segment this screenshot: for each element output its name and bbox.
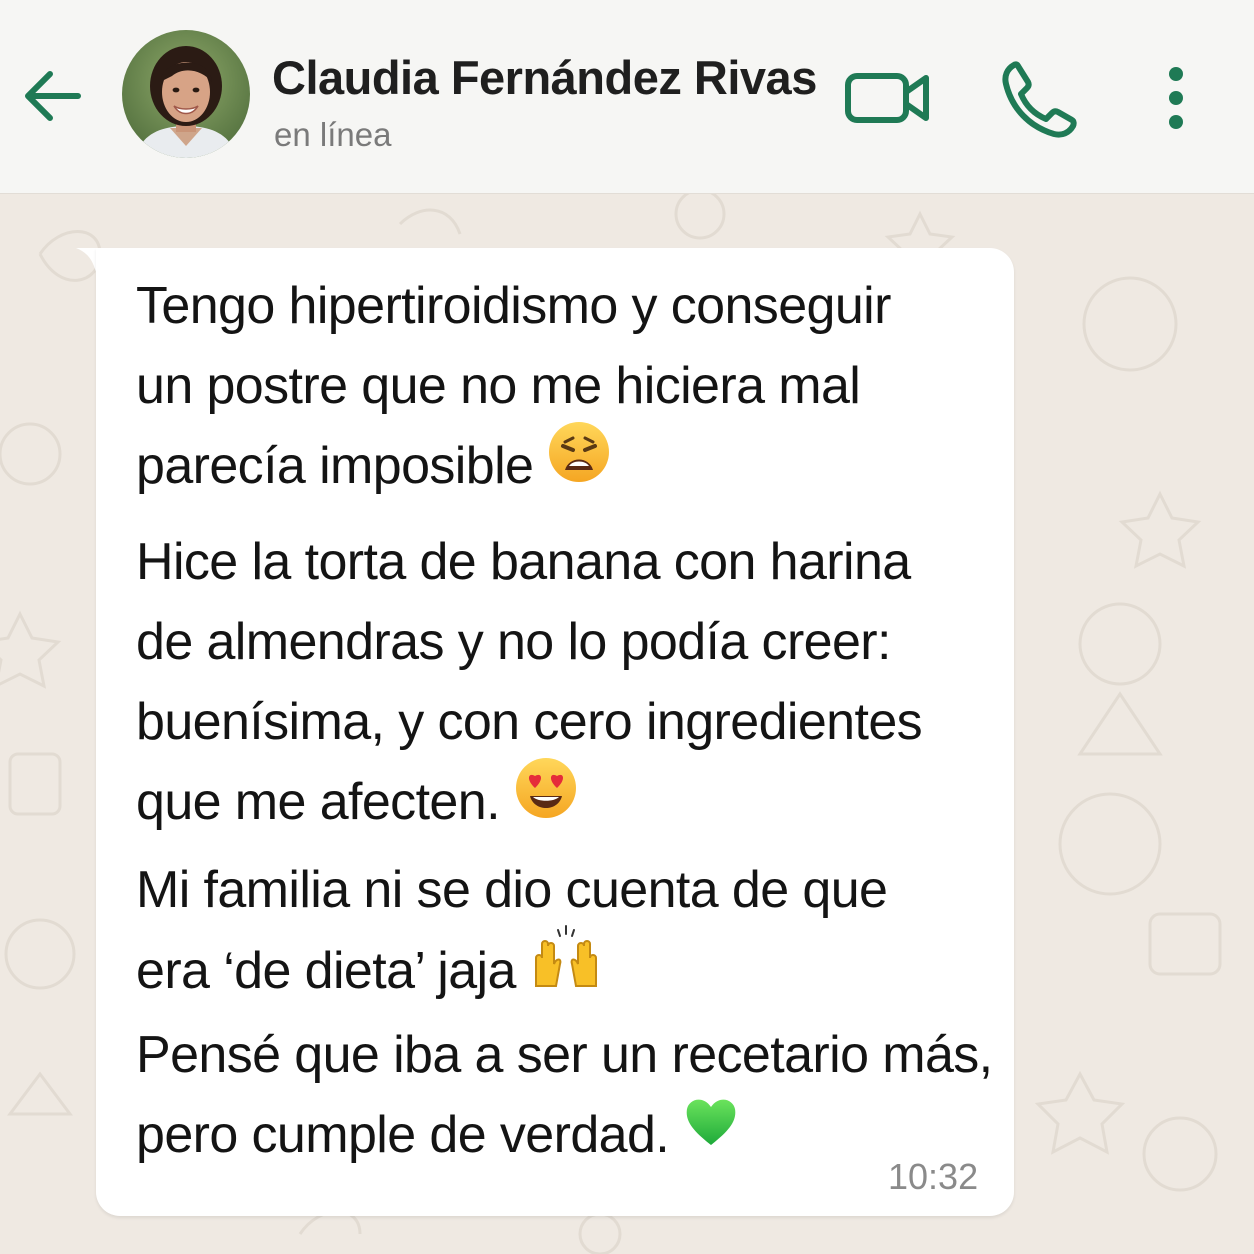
contact-avatar[interactable] [122, 30, 250, 158]
message-line: pero cumple de verdad. [136, 1106, 670, 1164]
phone-icon [1002, 61, 1077, 138]
message-paragraph: Pensé que iba a ser un recetario más, pe… [136, 1015, 996, 1178]
voice-call-button[interactable] [996, 58, 1078, 138]
message-line: Pensé que iba a ser un recetario más, [136, 1026, 993, 1084]
contact-name[interactable]: Claudia Fernández Rivas [272, 50, 817, 105]
raising-hands-emoji-icon [530, 924, 602, 1013]
message-paragraph: Hice la torta de banana con harina de al… [136, 522, 996, 849]
message-line: Tengo hipertiroidismo y conseguir [136, 277, 891, 335]
message-paragraph: Mi familia ni se dio cuenta de que era ‘… [136, 850, 996, 1019]
message-line: parecía imposible [136, 437, 534, 496]
contact-status: en línea [274, 116, 392, 153]
message-line: un postre que no me hiciera mal [136, 357, 861, 415]
green-heart-emoji-icon [683, 1092, 739, 1172]
message-line: Hice la torta de banana con harina [136, 533, 911, 591]
message-line: de almendras y no lo podía creer: [136, 613, 891, 671]
heart-eyes-emoji-icon [514, 756, 578, 843]
weary-face-emoji-icon [547, 420, 611, 507]
more-options-button[interactable] [1156, 62, 1196, 134]
back-button[interactable] [18, 62, 86, 130]
message-paragraph: Tengo hipertiroidismo y conseguir un pos… [136, 266, 996, 513]
more-vertical-icon [1169, 67, 1183, 129]
message-timestamp: 10:32 [888, 1156, 979, 1197]
message-line: buenísima, y con cero ingredientes [136, 693, 923, 751]
arrow-left-icon [25, 71, 81, 121]
message-line: que me afecten. [136, 773, 501, 832]
message-line: era ‘de dieta’ jaja [136, 942, 516, 1001]
video-camera-icon [845, 73, 929, 123]
chat-header: Claudia Fernández Rivas en línea [0, 0, 1254, 194]
message-line: Mi familia ni se dio cuenta de que [136, 861, 888, 919]
video-call-button[interactable] [842, 62, 934, 134]
